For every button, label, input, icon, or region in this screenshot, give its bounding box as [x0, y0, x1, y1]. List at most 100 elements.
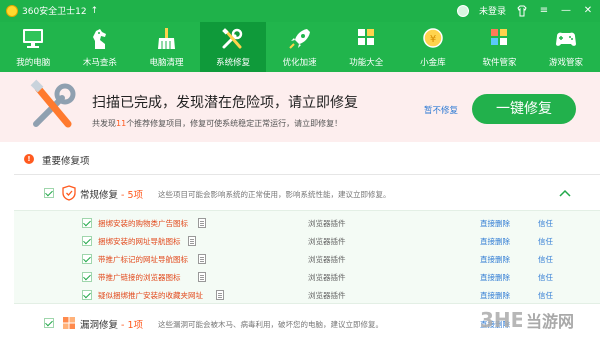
- tab-label: 功能大全: [349, 58, 384, 68]
- one-click-repair-button[interactable]: 一键修复: [472, 94, 576, 124]
- scan-headline: 扫描已完成，发现潜在危险项，请立即修复: [92, 95, 358, 111]
- delete-link[interactable]: 直接删除: [480, 290, 510, 301]
- avatar[interactable]: [456, 4, 469, 17]
- category-checkbox[interactable]: [44, 318, 54, 328]
- category-count: 5项: [127, 190, 144, 201]
- list-item: 带推广标记的网址导航图标 浏览器插件 直接删除 信任: [14, 250, 600, 268]
- category-title: 常规修复 - 5项: [80, 190, 144, 201]
- tab-label: 我的电脑: [16, 58, 51, 68]
- important-repair-section: ! 重要修复项: [0, 146, 600, 172]
- minimize-icon[interactable]: —: [560, 5, 572, 17]
- item-checkbox[interactable]: [82, 272, 92, 282]
- tab-speedup[interactable]: 优化加速: [266, 22, 333, 72]
- delete-link[interactable]: 直接删除: [480, 218, 510, 229]
- item-type: 浏览器插件: [308, 219, 346, 228]
- coin-icon: ¥: [423, 28, 443, 48]
- detail-doc-icon[interactable]: [198, 272, 206, 282]
- rocket-icon: [288, 29, 310, 49]
- app-title-text: 360安全卫士12: [22, 7, 87, 17]
- category-regular-repair[interactable]: 常规修复 - 5项 这些项目可能会影响系统的正常使用，影响系统性能，建议立即修复…: [14, 178, 600, 208]
- trust-link[interactable]: 信任: [538, 218, 553, 229]
- title-bar: 360安全卫士12 ↑ 未登录 ≡ — ✕: [0, 0, 600, 22]
- category-count: 1项: [127, 320, 144, 331]
- shield-icon: [62, 185, 76, 201]
- skin-icon[interactable]: [516, 5, 528, 17]
- category-description: 这些项目可能会影响系统的正常使用，影响系统性能，建议立即修复。: [158, 190, 391, 199]
- app-title: 360安全卫士12 ↑: [6, 4, 98, 17]
- item-name: 疑似捆绑推广安装的收藏夹网址: [98, 291, 203, 300]
- trust-link[interactable]: 信任: [538, 290, 553, 301]
- item-name: 捆绑安装的网址导航图标: [98, 237, 181, 246]
- svg-text:3HE: 3HE: [480, 308, 522, 332]
- detail-doc-icon[interactable]: [198, 218, 206, 228]
- watermark-logo: 3HE: [480, 308, 522, 332]
- category-description: 这些漏洞可能会被木马、病毒利用，破坏您的电脑，建议立即修复。: [158, 320, 383, 329]
- main-toolbar: 我的电脑 木马查杀 电脑清理 系统修复 优化加速 功能大全 ¥ 小金库 软件管家…: [0, 22, 600, 72]
- wrench-screwdriver-icon: [222, 28, 243, 49]
- tab-label: 电脑清理: [149, 58, 184, 68]
- issue-count: 11: [116, 119, 127, 128]
- menu-icon[interactable]: ≡: [538, 5, 550, 17]
- gamepad-icon: [556, 32, 577, 46]
- svg-text:¥: ¥: [430, 34, 436, 45]
- login-status[interactable]: 未登录: [479, 4, 506, 17]
- trust-link[interactable]: 信任: [538, 236, 553, 247]
- trust-link[interactable]: 信任: [538, 272, 553, 283]
- tab-label: 系统修复: [216, 58, 251, 68]
- regular-repair-items: 捆绑安装的购物类广告图标 浏览器插件 直接删除 信任 捆绑安装的网址导航图标 浏…: [14, 210, 600, 304]
- detail-doc-icon[interactable]: [198, 254, 206, 264]
- item-checkbox[interactable]: [82, 236, 92, 246]
- item-checkbox[interactable]: [82, 290, 92, 300]
- tab-features[interactable]: 功能大全: [333, 22, 400, 72]
- tab-label: 小金库: [420, 58, 446, 68]
- item-name: 捆绑安装的购物类广告图标: [98, 219, 188, 228]
- item-type: 浏览器插件: [308, 273, 346, 282]
- delete-link[interactable]: 直接删除: [480, 236, 510, 247]
- scan-summary: 共发现11个推荐修复项目，修复可使系统稳定正常运行，请立即修复！: [92, 119, 343, 128]
- scan-result-banner: 扫描已完成，发现潜在危险项，请立即修复 共发现11个推荐修复项目，修复可使系统稳…: [0, 72, 600, 142]
- delete-link[interactable]: 直接删除: [480, 272, 510, 283]
- trust-link[interactable]: 信任: [538, 254, 553, 265]
- list-item: 捆绑安装的购物类广告图标 浏览器插件 直接删除 信任: [14, 214, 600, 232]
- delete-link[interactable]: 直接删除: [480, 254, 510, 265]
- close-icon[interactable]: ✕: [582, 5, 594, 17]
- tab-my-pc[interactable]: 我的电脑: [0, 22, 67, 72]
- item-checkbox[interactable]: [82, 254, 92, 264]
- detail-doc-icon[interactable]: [188, 236, 196, 246]
- list-item: 带推广链接的浏览器图标 浏览器插件 直接删除 信任: [14, 268, 600, 286]
- software-cube-icon: [491, 29, 508, 45]
- tab-system-repair[interactable]: 系统修复: [199, 22, 267, 72]
- upgrade-arrow-icon[interactable]: ↑: [91, 6, 99, 16]
- chevron-up-icon[interactable]: [558, 187, 572, 199]
- tab-software[interactable]: 软件管家: [466, 22, 533, 72]
- item-name: 带推广链接的浏览器图标: [98, 273, 181, 282]
- item-type: 浏览器插件: [308, 237, 346, 246]
- list-item: 疑似捆绑推广安装的收藏夹网址 浏览器插件 直接删除 信任: [14, 286, 600, 304]
- tab-cleanup[interactable]: 电脑清理: [133, 22, 200, 72]
- windows-patch-icon: [63, 317, 75, 329]
- alert-icon: !: [24, 154, 34, 164]
- item-type: 浏览器插件: [308, 291, 346, 300]
- item-name: 带推广标记的网址导航图标: [98, 255, 188, 264]
- tab-coin[interactable]: ¥ 小金库: [400, 22, 467, 72]
- repair-tools-icon: [30, 79, 76, 128]
- monitor-icon: [23, 29, 44, 48]
- section-title: 重要修复项: [42, 156, 90, 167]
- watermark-text: 当游网: [526, 312, 575, 331]
- tab-trojan-scan[interactable]: 木马查杀: [67, 22, 134, 72]
- detail-doc-icon[interactable]: [216, 290, 224, 300]
- item-type: 浏览器插件: [308, 255, 346, 264]
- category-checkbox[interactable]: [44, 188, 54, 198]
- item-checkbox[interactable]: [82, 218, 92, 228]
- broom-icon: [158, 28, 176, 49]
- category-title: 漏洞修复 - 1项: [80, 320, 144, 331]
- tab-label: 软件管家: [482, 58, 517, 68]
- horse-icon: [92, 29, 106, 49]
- divider: [14, 174, 600, 175]
- watermark: 3HE 当游网: [480, 304, 598, 334]
- skip-repair-link[interactable]: 暂不修复: [424, 104, 458, 116]
- title-bar-right: 未登录 ≡ — ✕: [456, 4, 594, 17]
- tab-games[interactable]: 游戏管家: [533, 22, 600, 72]
- list-item: 捆绑安装的网址导航图标 浏览器插件 直接删除 信任: [14, 232, 600, 250]
- tab-label: 木马查杀: [82, 58, 117, 68]
